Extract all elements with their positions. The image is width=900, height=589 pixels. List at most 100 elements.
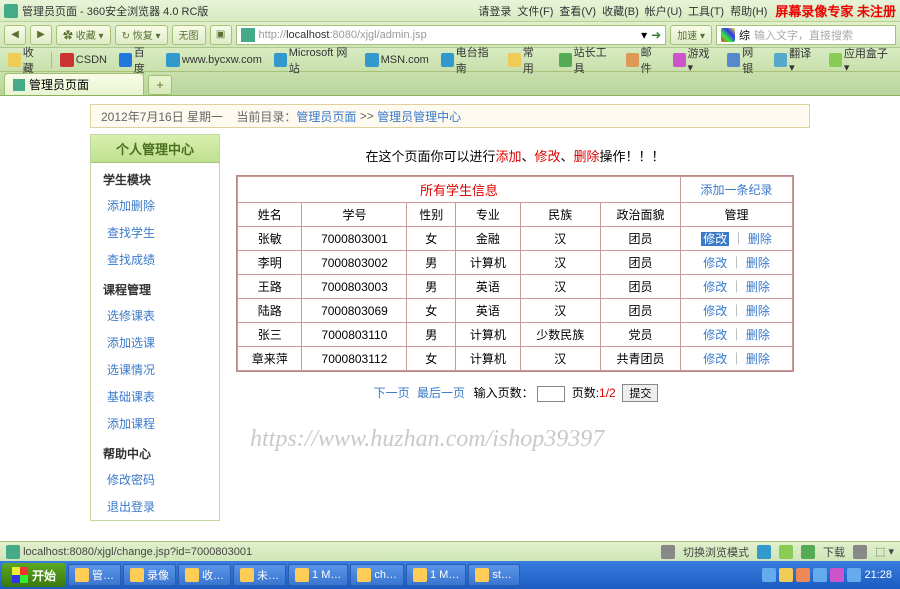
- next-page-link[interactable]: 下一页: [374, 386, 410, 400]
- taskbar-item[interactable]: 录像: [123, 564, 176, 586]
- app-icon: [75, 568, 89, 582]
- games-button[interactable]: 游戏 ▾: [669, 43, 720, 76]
- add-record-link[interactable]: 添加一条纪录: [701, 183, 773, 197]
- tray-icon[interactable]: [779, 568, 793, 582]
- pager-submit-button[interactable]: 提交: [622, 384, 658, 402]
- menu-favorites[interactable]: 收藏(B): [602, 3, 639, 19]
- page-input[interactable]: [537, 386, 565, 402]
- ie-icon: [441, 53, 454, 67]
- delete-link[interactable]: 删除: [746, 352, 770, 366]
- favorites-button[interactable]: ✿ 收藏 ▾: [56, 25, 111, 45]
- folder-icon: [508, 53, 521, 67]
- mail-button[interactable]: 邮件: [622, 42, 665, 78]
- table-row: 章来萍7000803112女计算机汉共青团员修改 ｜ 删除: [238, 347, 793, 371]
- tray-icon[interactable]: [762, 568, 776, 582]
- edit-link[interactable]: 修改: [703, 352, 727, 366]
- tray-icon[interactable]: [796, 568, 810, 582]
- taskbar-item[interactable]: 收…: [178, 564, 231, 586]
- taskbar-item[interactable]: 管…: [68, 564, 121, 586]
- status-favicon: [6, 545, 20, 559]
- edit-link[interactable]: 修改: [703, 304, 727, 318]
- taskbar-item[interactable]: st…: [468, 564, 520, 586]
- menu-file[interactable]: 文件(F): [517, 3, 553, 19]
- go-icon[interactable]: ➜: [651, 28, 661, 42]
- wangyin-button[interactable]: 网银: [723, 42, 766, 78]
- search-engine-icon[interactable]: [721, 28, 735, 42]
- status-zoom[interactable]: ⬚ ▾: [875, 545, 894, 558]
- bookmark-common[interactable]: 常用: [504, 42, 547, 78]
- sidebar-item[interactable]: 修改密码: [91, 466, 219, 493]
- sidebar-item[interactable]: 查找成绩: [91, 246, 219, 273]
- delete-link[interactable]: 删除: [746, 328, 770, 342]
- table-cell: 汉: [520, 251, 600, 275]
- tray-icon[interactable]: [830, 568, 844, 582]
- taskbar-item[interactable]: 1 M…: [288, 564, 348, 586]
- taskbar-item[interactable]: ch…: [350, 564, 404, 586]
- sitetools-button[interactable]: 站长工具: [555, 42, 618, 78]
- start-button[interactable]: 开始: [2, 563, 66, 587]
- status-download[interactable]: 下载: [823, 544, 845, 560]
- table-cell-ops: 修改 ｜ 删除: [681, 227, 793, 251]
- menu-account[interactable]: 帐户(U): [645, 3, 682, 19]
- sidebar-item[interactable]: 添加选课: [91, 329, 219, 356]
- taskbar-item[interactable]: 未…: [233, 564, 286, 586]
- sidebar-item[interactable]: 添加删除: [91, 192, 219, 219]
- tray-icon[interactable]: [813, 568, 827, 582]
- edit-link[interactable]: 修改: [703, 280, 727, 294]
- refresh-button[interactable]: ▣: [210, 25, 232, 45]
- jiasu-button[interactable]: 加速 ▾: [670, 25, 712, 45]
- breadcrumb: 2012年7月16日 星期一 当前目录： 管理员页面 >> 管理员管理中心: [90, 104, 810, 128]
- breadcrumb-link-1[interactable]: 管理员页面: [296, 108, 356, 125]
- delete-link[interactable]: 删除: [746, 256, 770, 270]
- sidebar-item[interactable]: 基础课表: [91, 383, 219, 410]
- table-cell: 女: [407, 227, 456, 251]
- taskbar-item[interactable]: 1 M…: [406, 564, 466, 586]
- edit-link[interactable]: 修改: [701, 232, 729, 246]
- table-cell: 7000803003: [302, 275, 407, 299]
- delete-link[interactable]: 删除: [746, 280, 770, 294]
- app-icon: [413, 568, 427, 582]
- sidebar-item[interactable]: 退出登录: [91, 493, 219, 520]
- sidebar-item[interactable]: 选修课表: [91, 302, 219, 329]
- breadcrumb-link-2[interactable]: 管理员管理中心: [377, 108, 461, 125]
- menu-tools[interactable]: 工具(T): [688, 3, 724, 19]
- app-icon: [295, 568, 309, 582]
- tray-icon[interactable]: [847, 568, 861, 582]
- table-cell: 7000803112: [302, 347, 407, 371]
- download-icon[interactable]: [801, 545, 815, 559]
- status-mode[interactable]: 切换浏览模式: [683, 544, 749, 560]
- dropdown-icon[interactable]: ▾: [641, 28, 647, 42]
- separator: [51, 52, 52, 68]
- sidebar-item[interactable]: 选课情况: [91, 356, 219, 383]
- delete-link[interactable]: 删除: [746, 304, 770, 318]
- menu-login[interactable]: 请登录: [478, 3, 511, 19]
- clock[interactable]: 21:28: [864, 569, 892, 581]
- appbox-button[interactable]: 应用盒子 ▾: [825, 43, 896, 76]
- table-title: 所有学生信息: [420, 183, 498, 198]
- block-icon[interactable]: [779, 545, 793, 559]
- tab-active[interactable]: 管理员页面: [4, 73, 144, 95]
- last-page-link[interactable]: 最后一页: [417, 386, 465, 400]
- nopic-button[interactable]: 无图: [172, 25, 206, 45]
- bookmark-radio[interactable]: 电台指南: [437, 42, 500, 78]
- fanyi-button[interactable]: 翻译 ▾: [770, 43, 821, 76]
- mode-icon[interactable]: [661, 545, 675, 559]
- menu-help[interactable]: 帮助(H): [730, 3, 767, 19]
- browser-statusbar: localhost:8080/xjgl/change.jsp?id=700080…: [0, 541, 900, 561]
- delete-link[interactable]: 删除: [748, 232, 772, 246]
- zoom-icon[interactable]: [853, 545, 867, 559]
- column-header: 民族: [520, 203, 600, 227]
- menu-view[interactable]: 查看(V): [559, 3, 596, 19]
- sidebar-item[interactable]: 查找学生: [91, 219, 219, 246]
- window-titlebar: 管理员页面 - 360安全浏览器 4.0 RC版 请登录 文件(F) 查看(V)…: [0, 0, 900, 22]
- ie-mode-icon[interactable]: [757, 545, 771, 559]
- new-tab-button[interactable]: +: [148, 75, 172, 95]
- bookmark-bycxw[interactable]: www.bycxw.com: [162, 51, 266, 69]
- sidebar-item[interactable]: 添加课程: [91, 410, 219, 437]
- bookmark-msn[interactable]: MSN.com: [361, 51, 433, 69]
- edit-link[interactable]: 修改: [703, 256, 727, 270]
- bookmark-microsoft[interactable]: Microsoft 网站: [270, 42, 357, 78]
- edit-link[interactable]: 修改: [703, 328, 727, 342]
- bookmark-csdn[interactable]: CSDN: [56, 51, 111, 69]
- table-cell: 男: [407, 251, 456, 275]
